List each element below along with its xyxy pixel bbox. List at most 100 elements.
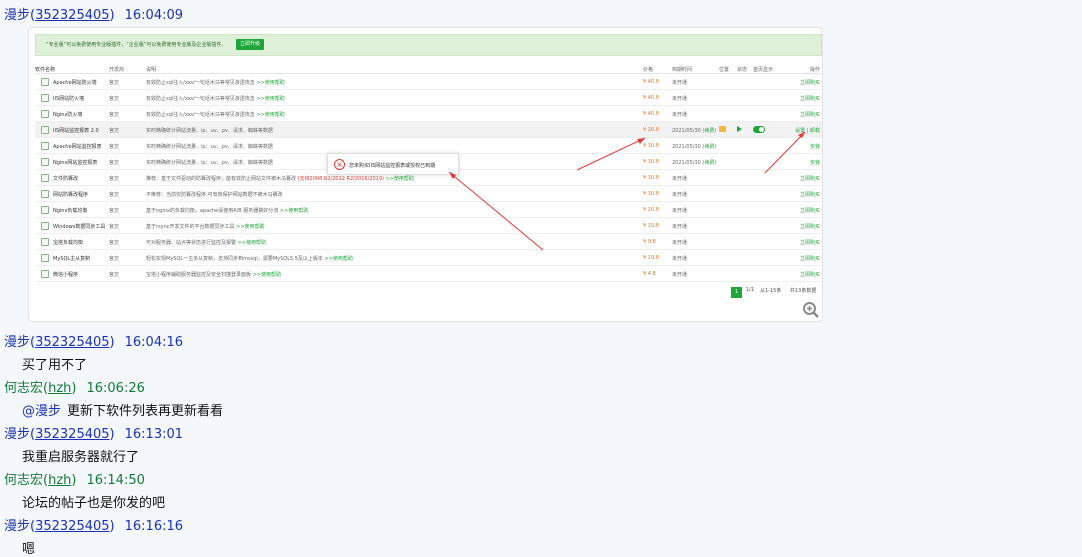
shared-screenshot[interactable]: “专业版”可以免费使用专业版插件，“企业版”可以免费使用专业版及企业版插件。 立… [28,27,823,322]
desc-text: 基于nginx的负载均衡，apache请使用A/B 服务器做好分流 [146,208,279,214]
plugin-action: 设置 | 卸载 [795,128,820,134]
plugin-dev: 官方 [109,160,120,166]
expire-text: 未开通 [672,224,688,230]
expire-text: 未开通 [672,208,688,214]
header-pos: 位置 [719,67,730,73]
table-row: Apache网站防火墙 官方 有效防止sql注入/xss/一句话木马等常见渗透攻击 … [35,74,822,90]
expire-text: 未开通 [672,272,688,278]
sender-name: 漫步 [4,8,31,23]
plugin-price: ¥ 19.8 [643,255,659,261]
plugin-price: ¥ 40.0 [643,111,659,117]
plugin-dev: 官方 [109,272,120,278]
table-row: MySQL主从复制 官方 轻松实现MySQL一主多从复制，支持同步到mssql，需要… [35,250,822,266]
help-link: >>使用帮助 [256,112,285,118]
message-time: 16:16:16 [124,519,184,534]
plugin-dev: 官方 [109,112,120,118]
plugin-name: Nginx网站监控报表 [53,160,98,166]
message-text: 论坛的帖子也是你发的吧 [22,496,166,511]
expire-text: 未开通 [672,240,688,246]
message-text: 嗯 [22,542,36,557]
plugin-price: ¥ 30.0 [643,143,659,149]
desc-note: (支持2008 R2/2012 R2/2016/2019) [297,176,384,182]
plugin-icon [41,94,49,102]
plugin-price: ¥ 40.0 [643,95,659,101]
plugin-desc: 可对服务器、站点等状态进行监控及报警 >>使用帮助 [146,239,266,246]
zoom-in-icon[interactable] [802,301,820,319]
plugin-desc: 实时精确统计网站流量、ip、uv、pv、请求、蜘蛛等数据 [146,127,273,134]
desc-text: 有效防止sql注入/xss/一句话木马等常见渗透攻击 [146,96,255,102]
plugin-icon [41,110,49,118]
plugin-action: 立即购买 [799,96,820,102]
table-row: Nginx防火墙 官方 有效防止sql注入/xss/一句话木马等常见渗透攻击 >>使… [35,106,822,122]
desc-text: 推荐：基于文件驱动的防篡改程序，能有效防止网站文件被木马篡改 [146,176,297,182]
plugin-price: ¥ 30.0 [643,175,659,181]
help-link: >>使用帮助 [236,224,265,230]
plugin-price: ¥ 20.0 [643,207,659,213]
plugin-expire: 未开通 [672,191,687,198]
desc-text: 轻松实现MySQL一主多从复制，支持同步到mssql，需要MySQL5.5及以上… [146,256,323,262]
message-text: 我重启服务器就行了 [22,450,140,465]
table-row: 微信小程序 官方 宝塔小程序辅助服务器监控及安全扫描登录面板 >>使用帮助 ¥ 4.8… [35,266,822,282]
plugin-action: 立即购买 [799,224,820,230]
header-expire: 到期时间 [672,67,693,73]
plugin-expire: 未开通 [672,175,687,182]
mention-link[interactable]: @漫步 [22,404,61,419]
plugin-expire: 未开通 [672,271,687,278]
plugin-action: 立即购买 [799,192,820,198]
plugin-desc: 轻松实现MySQL一主多从复制，支持同步到mssql，需要MySQL5.5及以上… [146,255,353,262]
plugin-dev: 官方 [109,240,120,246]
plugin-dev: 官方 [109,144,120,150]
plugin-name: Nginx防火墙 [53,112,83,118]
pager-total: 共13条数据 [790,288,817,294]
error-icon: × [334,159,345,170]
renew-link: (续费) [702,128,717,134]
error-toast: × 您未购买IIS网站监控报表或授权已到期 [327,153,459,175]
help-link: >>使用帮助 [279,208,309,214]
help-link: >>使用帮助 [256,96,285,102]
plugin-name: 微信小程序 [53,272,79,278]
plugin-action: 安装 [809,144,820,150]
plugin-desc: 基于nginx的负载均衡，apache请使用A/B 服务器做好分流 >>使用帮助 [146,207,308,214]
plugin-action: 立即购买 [799,112,820,118]
desc-text: 有效防止sql注入/xss/一句话木马等常见渗透攻击 [146,80,255,86]
sender-id-link[interactable]: hzh [48,381,71,396]
help-link: >>使用帮助 [385,176,414,182]
upgrade-button: 立即升级 [236,39,265,50]
plugin-icon [41,222,49,230]
pager-pages: 1/1 [746,287,755,293]
desc-text: 宝塔小程序辅助服务器监控及安全扫描登录面板 [146,272,252,278]
message-header: 何志宏(hzh) 16:14:50 [4,473,145,488]
renew-link: (续费) [702,160,717,166]
plugin-expire: 未开通 [672,255,687,262]
plugin-expire: 2021/05/30 (续费) [672,127,716,134]
help-link: >>使用帮助 [252,272,281,278]
plugin-name: IIS网站监控报表 2.0 [53,128,99,134]
message-time: 16:14:50 [86,473,145,488]
plugin-dev: 官方 [109,128,120,134]
plugin-dev: 官方 [109,208,120,214]
plugin-icon [41,126,49,134]
sender-id-link[interactable]: 352325405 [35,8,109,23]
plugin-name: Apache网站防火墙 [53,80,97,86]
plugin-expire: 2021/05/30 (续费) [672,159,716,166]
table-row: IIS网站监控报表 2.0 官方 实时精确统计网站流量、ip、uv、pv、请求、蜘蛛… [35,122,822,138]
plugin-price: ¥ 4.8 [643,271,656,277]
plugin-action: 立即购买 [799,256,820,262]
table-row: Apache网站监控报表 官方 实时精确统计网站流量、ip、uv、pv、请求、蜘蛛等… [35,138,822,154]
sender-id-link[interactable]: hzh [48,473,71,488]
plugin-icon [41,206,49,214]
sender-name: 漫步 [4,427,31,442]
plugin-price: ¥ 30.0 [643,191,659,197]
expire-text: 未开通 [672,112,688,118]
desc-text: 实时精确统计网站流量、ip、uv、pv、请求、蜘蛛等数据 [146,144,273,150]
table-row: 宝塔负载均衡 官方 可对服务器、站点等状态进行监控及报警 >>使用帮助 ¥ 9.8 未开… [35,234,822,250]
desc-text: 基于rsync开发文件的平台数据同步工具 [146,224,235,230]
plugin-dev: 官方 [109,176,120,182]
sender-id-link[interactable]: 352325405 [35,519,109,534]
sender-id-link[interactable]: 352325405 [35,335,109,350]
sender-id-link[interactable]: 352325405 [35,427,109,442]
table-row: 网站防篡改程序 官方 不推荐：当前仅防篡改程序,可有效保护网站数据不被木马篡改 ¥ 3… [35,186,822,202]
plugin-expire: 未开通 [672,111,687,118]
plugin-name: IIS网站防火墙 [53,96,85,102]
message-time: 16:04:16 [124,335,184,350]
